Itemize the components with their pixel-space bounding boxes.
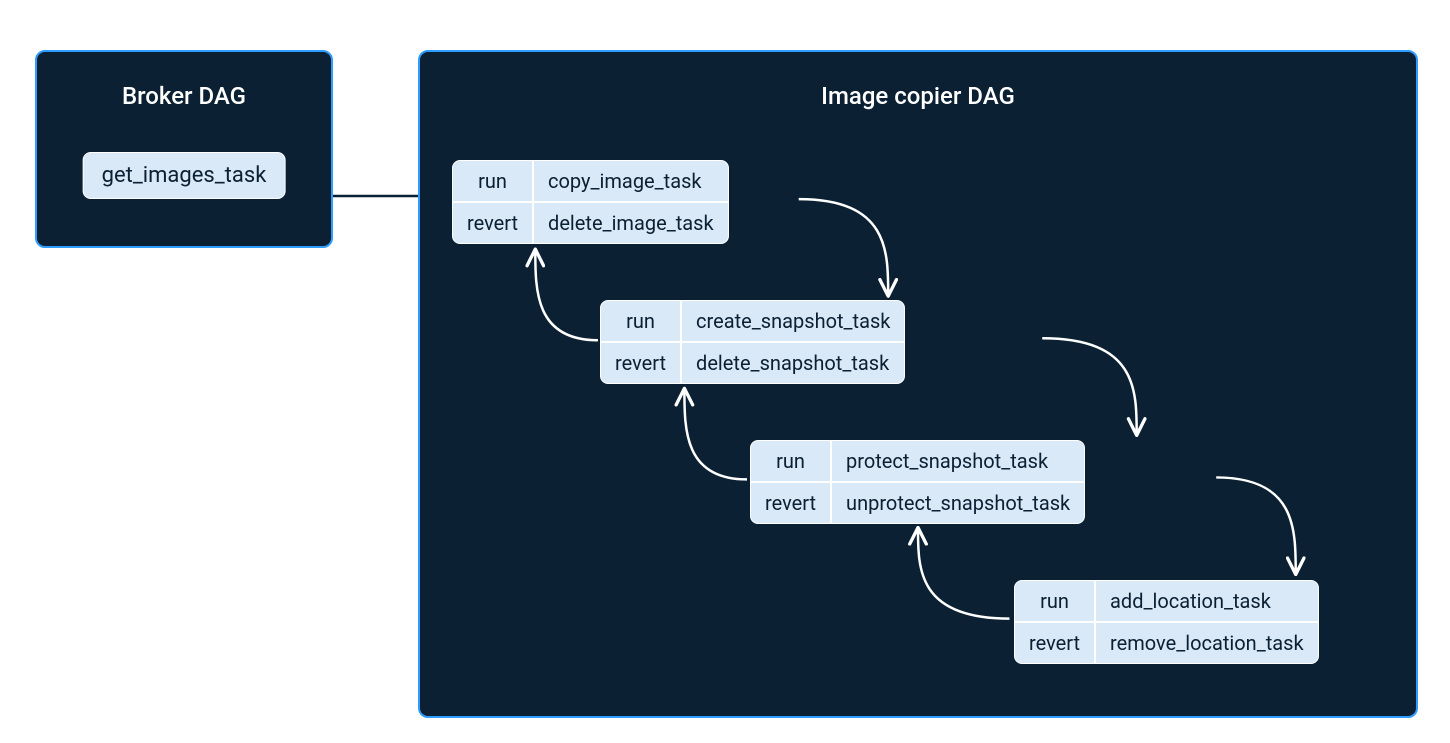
arrow-revert-2-1 xyxy=(684,390,747,479)
run-label: run xyxy=(1015,581,1095,622)
revert-label: revert xyxy=(453,202,533,243)
arrow-revert-1-0 xyxy=(535,251,598,340)
revert-task-name: delete_snapshot_task xyxy=(681,342,904,383)
broker-task-node: get_images_task xyxy=(83,152,286,199)
task-node-create-snapshot: run create_snapshot_task revert delete_s… xyxy=(600,300,905,384)
run-task-name: protect_snapshot_task xyxy=(831,441,1084,482)
revert-task-name: remove_location_task xyxy=(1095,622,1318,663)
task-node-add-location: run add_location_task revert remove_loca… xyxy=(1014,580,1319,664)
run-label: run xyxy=(453,161,533,202)
broker-task-label: get_images_task xyxy=(102,163,267,188)
run-task-name: create_snapshot_task xyxy=(681,301,904,342)
run-label: run xyxy=(601,301,681,342)
arrow-run-0-1 xyxy=(799,199,888,294)
revert-label: revert xyxy=(1015,622,1095,663)
image-copier-dag-panel: Image copier DAG run copy_image_task rev… xyxy=(418,50,1418,718)
revert-task-name: unprotect_snapshot_task xyxy=(831,482,1084,523)
broker-dag-panel: Broker DAG get_images_task xyxy=(35,50,333,248)
arrow-run-1-2 xyxy=(1042,338,1136,433)
image-copier-dag-title: Image copier DAG xyxy=(420,82,1416,110)
revert-label: revert xyxy=(751,482,831,523)
task-node-copy-image: run copy_image_task revert delete_image_… xyxy=(452,160,729,244)
broker-dag-title: Broker DAG xyxy=(37,82,331,110)
arrow-run-2-3 xyxy=(1216,477,1296,572)
revert-task-name: delete_image_task xyxy=(533,202,728,243)
run-task-name: copy_image_task xyxy=(533,161,728,202)
arrow-revert-3-2 xyxy=(918,529,1009,618)
run-task-name: add_location_task xyxy=(1095,581,1318,622)
task-node-protect-snapshot: run protect_snapshot_task revert unprote… xyxy=(750,440,1085,524)
run-label: run xyxy=(751,441,831,482)
revert-label: revert xyxy=(601,342,681,383)
